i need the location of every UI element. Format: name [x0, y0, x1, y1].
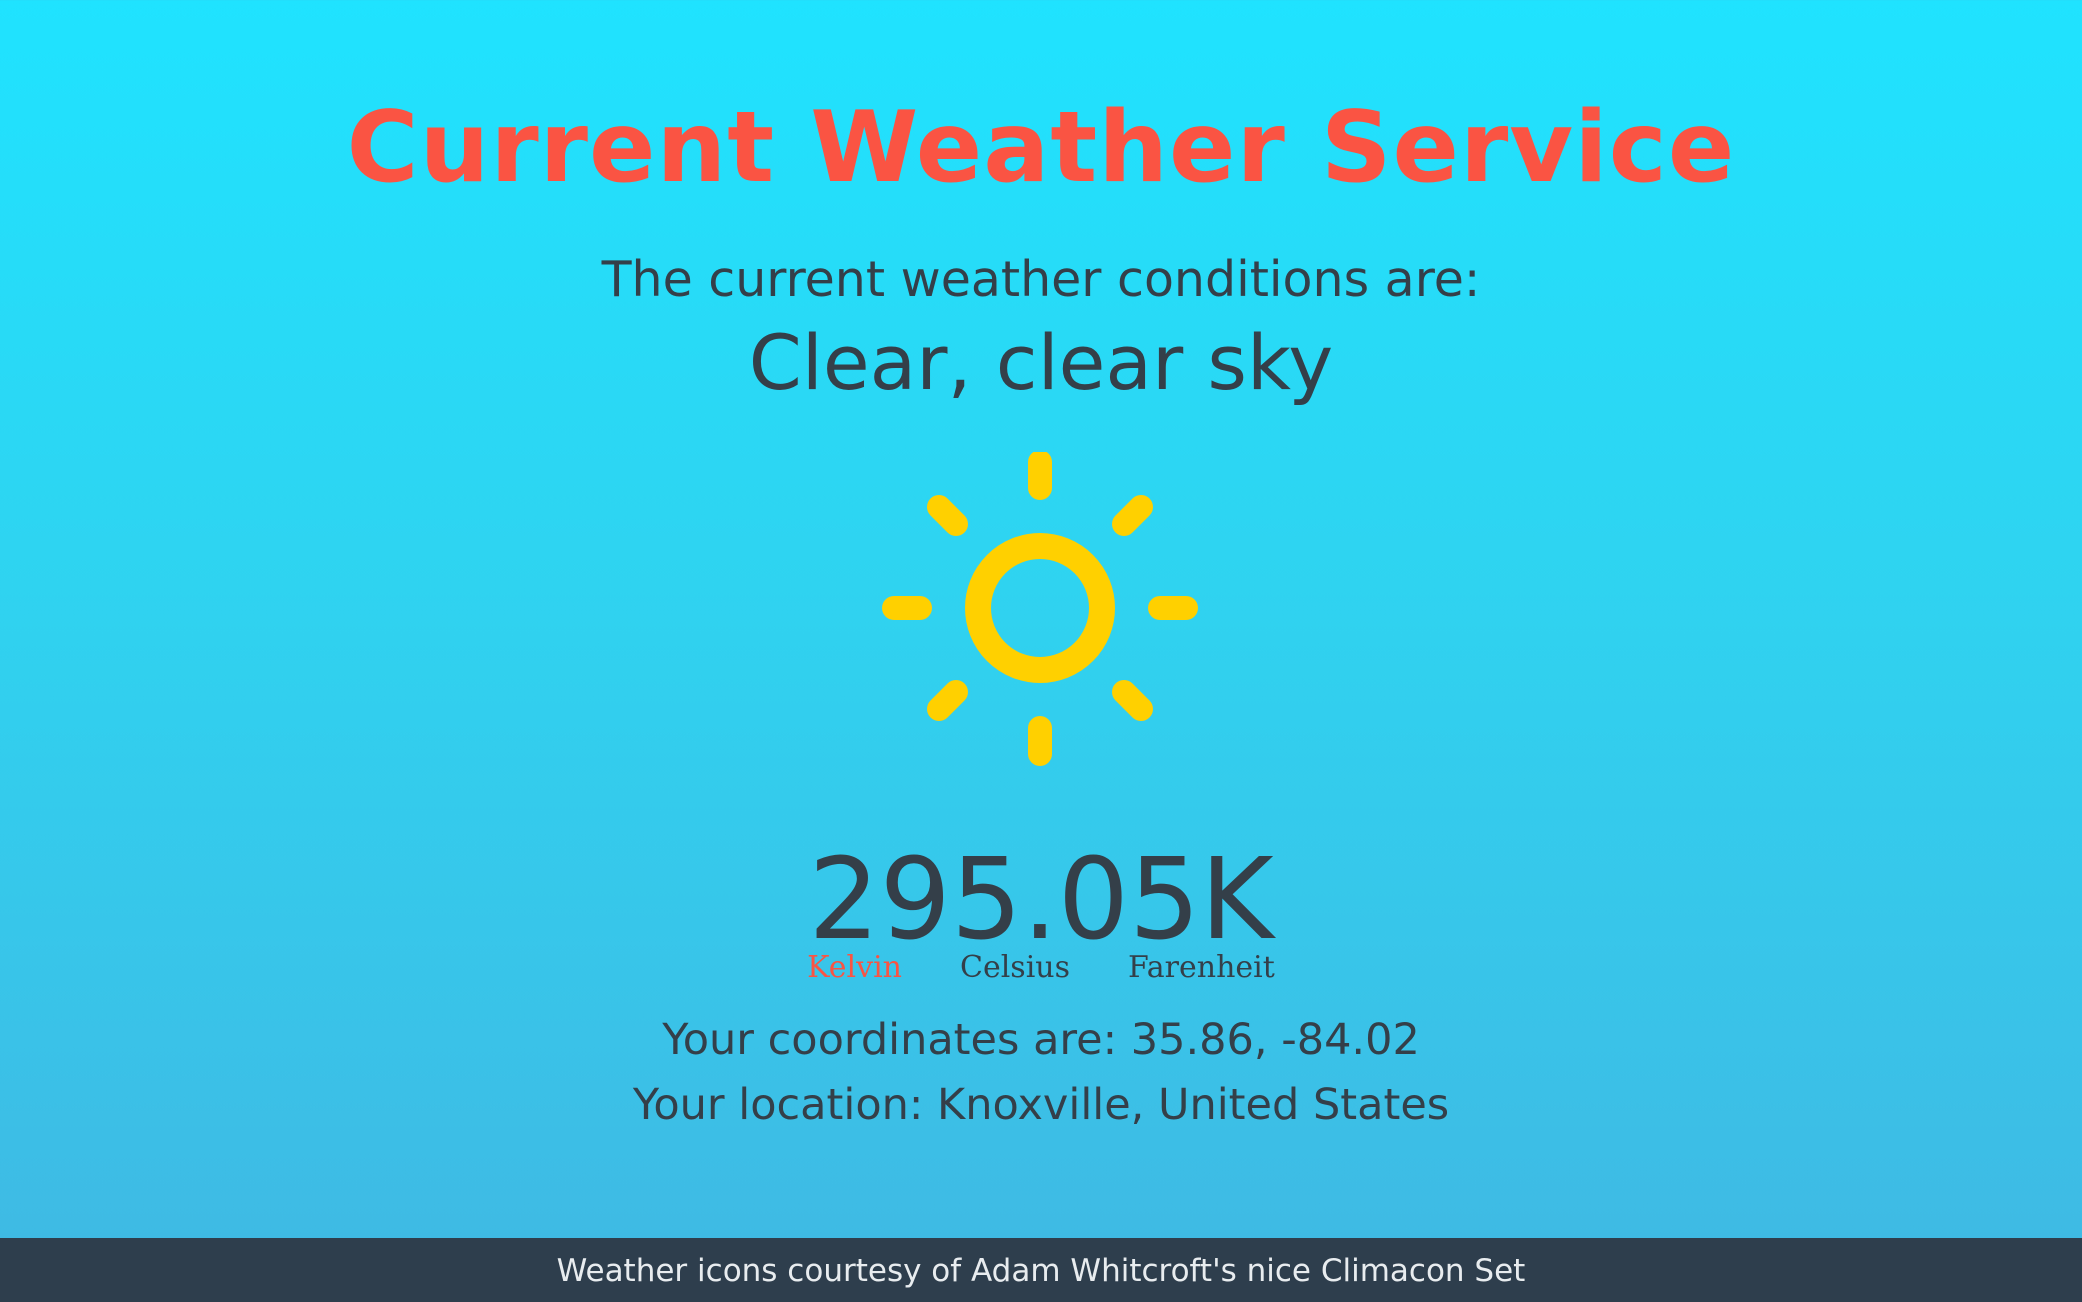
page-title: Current Weather Service [346, 91, 1736, 205]
location-text: Your location: Knoxville, United States [632, 1080, 1450, 1130]
unit-celsius[interactable]: Celsius [960, 948, 1070, 988]
footer: Weather icons courtesy of Adam Whitcroft… [0, 1238, 2082, 1302]
unit-farenheit[interactable]: Farenheit [1128, 948, 1275, 988]
unit-kelvin[interactable]: Kelvin [807, 948, 902, 988]
weather-conditions: Clear, clear sky [748, 318, 1334, 407]
sun-icon [880, 452, 1200, 772]
footer-credit: Weather icons courtesy of Adam Whitcroft… [556, 1253, 1526, 1289]
coordinates-text: Your coordinates are: 35.86, -84.02 [662, 1015, 1420, 1065]
temperature-unit-selector: Kelvin Celsius Farenheit [0, 948, 2082, 988]
temperature-value: 295.05K [808, 835, 1274, 965]
weather-page: Current Weather Service The current weat… [0, 0, 2082, 1238]
conditions-intro: The current weather conditions are: [601, 251, 1481, 308]
